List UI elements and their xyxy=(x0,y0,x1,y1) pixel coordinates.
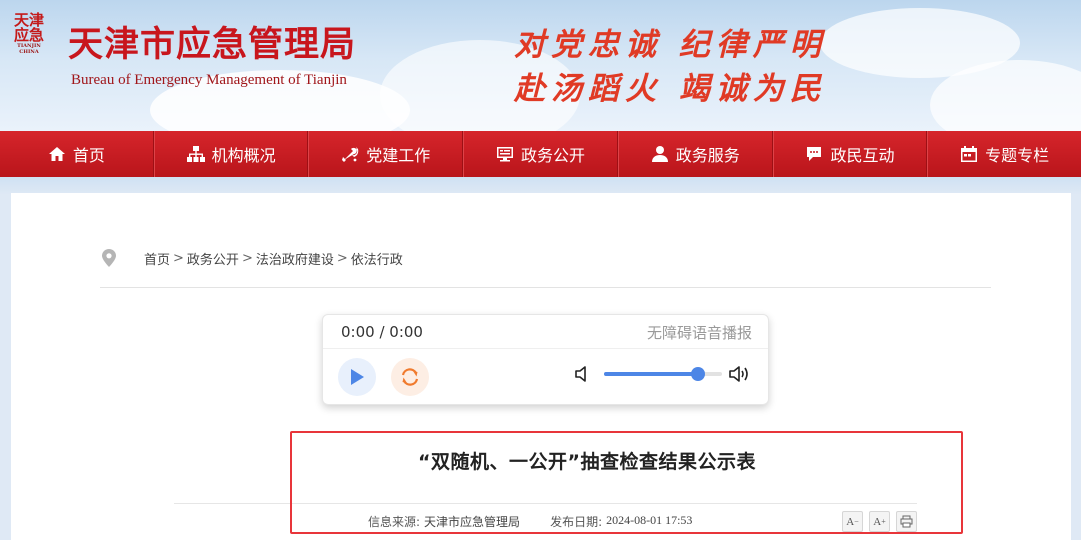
breadcrumb-home[interactable]: 首页 xyxy=(144,249,170,268)
nav-item-label: 党建工作 xyxy=(366,146,431,165)
nav-item-party[interactable]: 党建工作 xyxy=(308,131,464,177)
nav-item-label: 首页 xyxy=(72,146,105,165)
audio-player: 0:00 / 0:00 无障碍语音播报 xyxy=(322,314,769,405)
refresh-icon xyxy=(401,368,419,386)
nav-item-label: 政民互动 xyxy=(830,146,895,165)
nav-item-label: 政务服务 xyxy=(675,146,740,165)
nav-item-label: 机构概况 xyxy=(211,146,276,165)
location-pin-icon xyxy=(102,249,116,267)
play-button[interactable] xyxy=(338,358,376,396)
volume-low-icon[interactable] xyxy=(575,365,591,383)
player-time: 0:00 / 0:00 xyxy=(341,323,423,341)
breadcrumb-lawful-administration[interactable]: 依法行政 xyxy=(351,249,403,268)
header-banner: 天津 应急 TIANJIN CHINA 天津市应急管理局 Bureau of E… xyxy=(0,0,1081,131)
logo-text-2: 应急 xyxy=(13,26,44,44)
slogan-line-1: 对党忠诚 纪律严明 xyxy=(514,27,827,63)
monitor-icon xyxy=(497,147,513,162)
main-nav: 首页 机构概况 党建工作 政务公开 政务服务 政民互动 专题专栏 xyxy=(0,131,1081,177)
volume-slider[interactable] xyxy=(604,367,722,381)
highlight-box xyxy=(290,431,963,534)
player-label: 无障碍语音播报 xyxy=(646,324,752,342)
nav-item-special-topics[interactable]: 专题专栏 xyxy=(927,131,1081,177)
volume-slider-fill xyxy=(604,372,699,376)
play-icon xyxy=(351,369,364,385)
party-emblem-icon xyxy=(342,147,359,162)
site-title[interactable]: 天津市应急管理局 xyxy=(68,24,356,66)
nav-item-label: 专题专栏 xyxy=(985,146,1050,165)
logo-subtext: TIANJIN CHINA xyxy=(17,43,41,55)
nav-item-interaction[interactable]: 政民互动 xyxy=(772,131,928,177)
breadcrumb-divider xyxy=(100,287,991,288)
person-service-icon xyxy=(651,146,668,162)
breadcrumb-separator: > xyxy=(173,250,184,266)
player-divider xyxy=(323,348,768,349)
home-icon xyxy=(48,147,65,161)
site-subtitle: Bureau of Emergency Management of Tianji… xyxy=(71,72,347,88)
nav-item-gov-services[interactable]: 政务服务 xyxy=(617,131,773,177)
site-logo[interactable]: 天津 应急 TIANJIN CHINA xyxy=(10,13,48,59)
nav-item-label: 政务公开 xyxy=(521,146,586,165)
breadcrumb-gov-affairs[interactable]: 政务公开 xyxy=(187,249,239,268)
volume-slider-thumb[interactable] xyxy=(691,367,706,381)
loop-button[interactable] xyxy=(391,358,429,396)
breadcrumb-separator: > xyxy=(241,250,253,266)
chat-icon xyxy=(807,147,822,161)
calendar-icon xyxy=(961,146,978,162)
nav-item-organization[interactable]: 机构概况 xyxy=(153,131,309,177)
breadcrumb: 首页 > 政务公开 > 法治政府建设 > 依法行政 xyxy=(102,248,403,268)
slogan-line-2: 赴汤蹈火 竭诚为民 xyxy=(514,71,827,107)
nav-item-gov-affairs[interactable]: 政务公开 xyxy=(463,131,618,177)
breadcrumb-rule-of-law[interactable]: 法治政府建设 xyxy=(256,249,334,268)
volume-high-icon[interactable] xyxy=(729,364,751,384)
org-chart-icon xyxy=(186,146,205,162)
nav-item-home[interactable]: 首页 xyxy=(0,131,154,177)
breadcrumb-separator: > xyxy=(336,250,348,266)
